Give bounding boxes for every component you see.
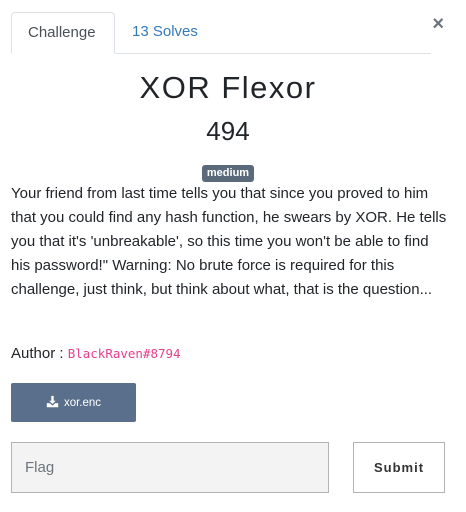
difficulty-badge: medium	[201, 165, 255, 182]
challenge-title: XOR Flexor	[139, 70, 317, 105]
file-name: xor.enc	[63, 396, 102, 409]
tab-solves[interactable]: 13 Solves	[116, 12, 214, 52]
close-icon[interactable]: ×	[432, 12, 444, 36]
challenge-tabs: Challenge 13 Solves	[11, 12, 431, 54]
author-label: Author :	[11, 345, 68, 362]
tab-challenge[interactable]: Challenge	[11, 12, 115, 54]
challenge-description: Your friend from last time tells you tha…	[11, 185, 447, 298]
submit-button[interactable]: Submit	[353, 442, 445, 493]
flag-input[interactable]	[11, 442, 329, 493]
difficulty-badge-container: medium	[0, 163, 456, 182]
download-icon	[46, 395, 59, 411]
challenge-value: 494	[206, 116, 250, 146]
download-file-button[interactable]: xor.enc	[11, 383, 136, 422]
author-line: Author : BlackRaven#8794	[11, 343, 181, 365]
author-name: BlackRaven#8794	[67, 346, 181, 361]
